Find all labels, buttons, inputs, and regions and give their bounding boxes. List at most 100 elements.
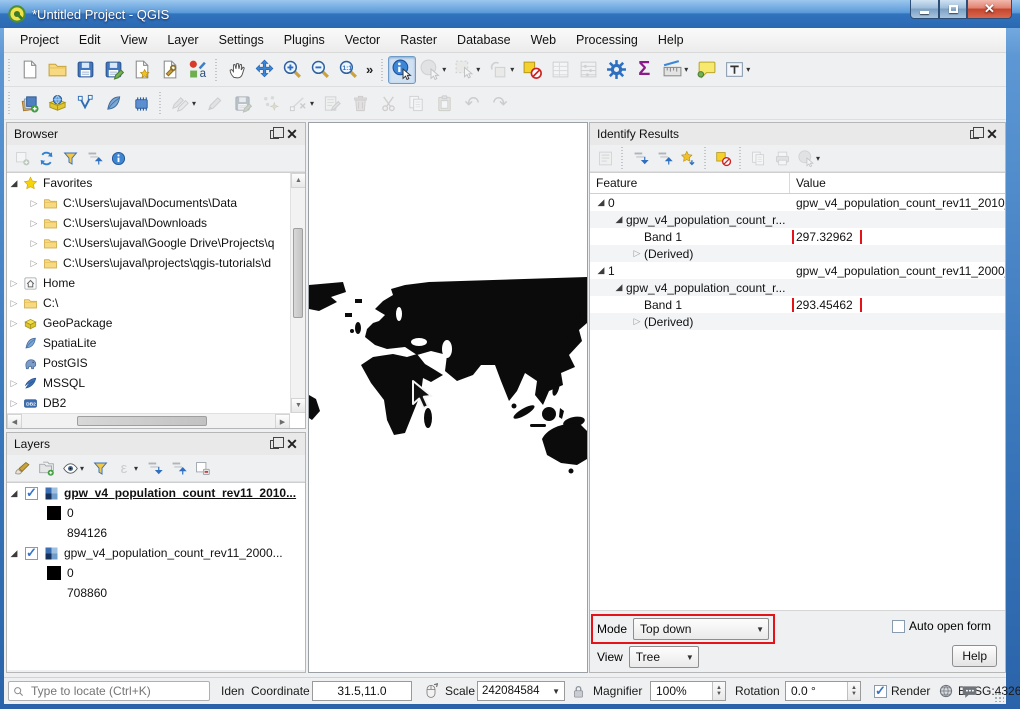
browser-item-geopackage[interactable]: ▷ GeoPackage [7,313,290,333]
close-button[interactable]: ✕ [967,0,1012,19]
refresh-button[interactable] [34,146,58,170]
browser-item-postgis[interactable]: PostGIS [7,353,290,373]
mouse-extents-icon[interactable] [423,681,439,701]
add-group-button[interactable] [34,456,58,480]
menu-settings[interactable]: Settings [209,30,274,50]
browser-item-mssql[interactable]: ▷ MSSQL [7,373,290,393]
menu-project[interactable]: Project [10,30,69,50]
map-tips-button[interactable] [692,56,720,84]
menu-layer[interactable]: Layer [157,30,208,50]
statistical-summary-button[interactable]: Σ [630,56,658,84]
zoom-out-button[interactable] [306,56,334,84]
select-features-button[interactable] [450,56,478,84]
layer-item-2000[interactable]: ◢gpw_v4_population_count_rev11_2000... [7,543,305,563]
manage-map-themes-button[interactable] [58,456,82,480]
browser-horizontal-scrollbar[interactable]: ◀ ▶ [7,413,290,428]
style-manager-button[interactable] [183,56,211,84]
zoom-native-button[interactable] [334,56,362,84]
identify-column-headers[interactable]: Feature Value [590,173,1005,194]
new-project-button[interactable] [15,56,43,84]
browser-item-favorites[interactable]: ◢ Favorites [7,173,290,193]
text-annotation-button[interactable] [720,56,748,84]
open-layer-styling-button[interactable] [10,456,34,480]
menu-web[interactable]: Web [521,30,566,50]
collapse-all-layers-button[interactable] [166,456,190,480]
properties-button[interactable] [106,146,130,170]
open-attribute-table-button[interactable] [546,56,574,84]
layout-manager-button[interactable] [155,56,183,84]
paste-features-button[interactable] [430,89,458,117]
magnifier-spinbox[interactable]: 100% ▲ ▼ [650,681,726,701]
modify-attributes-button[interactable] [318,89,346,117]
print-results-button[interactable] [770,146,794,170]
new-print-layout-button[interactable] [127,56,155,84]
identify-float-button[interactable] [965,126,984,142]
filter-by-expression-button[interactable]: ε [112,456,136,480]
browser-close-button[interactable]: ✕ [283,126,301,142]
processing-toolbox-button[interactable] [602,56,630,84]
undo-button[interactable]: ↶ [458,89,486,117]
delete-selected-button[interactable] [346,89,374,117]
new-shapefile-layer-button[interactable] [71,89,99,117]
new-virtual-layer-button[interactable] [127,89,155,117]
minimize-button[interactable] [910,0,939,19]
mode-combobox[interactable]: Top down ▼ [633,618,770,640]
cut-features-button[interactable] [374,89,402,117]
identify-row-layer-2010[interactable]: ◢ gpw_v4_population_count_r... [590,211,1005,228]
layer-item-2010[interactable]: ◢gpw_v4_population_count_rev11_2010... [7,483,305,503]
collapse-all-button[interactable] [82,146,106,170]
zoom-in-button[interactable] [278,56,306,84]
open-form-button[interactable] [593,146,617,170]
browser-item-home[interactable]: ▷ Home [7,273,290,293]
browser-item-db2[interactable]: ▷ DB2 [7,393,290,413]
layer-2010-checkbox[interactable] [25,485,38,501]
browser-float-button[interactable] [265,126,284,142]
crs-globe-icon[interactable] [938,681,954,701]
layers-float-button[interactable] [265,436,284,452]
save-project-as-button[interactable] [99,56,127,84]
layers-close-button[interactable]: ✕ [283,436,301,452]
menu-database[interactable]: Database [447,30,521,50]
pan-to-selection-button[interactable] [250,56,278,84]
log-messages-icon[interactable] [961,681,978,701]
map-canvas[interactable] [308,122,588,673]
identify-features-button[interactable] [388,55,417,84]
toolbar-overflow-chevron[interactable]: » [362,62,377,77]
resize-grip[interactable] [994,692,1004,702]
identify-mode-button[interactable] [794,146,818,170]
menu-processing[interactable]: Processing [566,30,648,50]
scale-combobox[interactable]: 242084584 ▼ [477,681,565,701]
scale-lock-icon[interactable] [571,681,586,701]
title-bar[interactable]: *Untitled Project - QGIS ✕ [0,0,1020,28]
save-layer-edits-button[interactable] [228,89,256,117]
deselect-features-button[interactable] [484,56,512,84]
browser-item-spatialite[interactable]: SpatiaLite [7,333,290,353]
auto-open-form-checkbox[interactable] [891,619,905,633]
copy-feature-button[interactable] [746,146,770,170]
render-checkbox[interactable] [874,683,887,699]
layer-2000-checkbox[interactable] [25,545,38,561]
identify-row-layer-2000[interactable]: ◢ gpw_v4_population_count_r... [590,279,1005,296]
filter-legend-button[interactable] [88,456,112,480]
browser-item-c-drive[interactable]: ▷ C:\ [7,293,290,313]
expand-new-results-button[interactable] [676,146,700,170]
remove-layer-button[interactable] [190,456,214,480]
menu-raster[interactable]: Raster [390,30,447,50]
menu-plugins[interactable]: Plugins [274,30,335,50]
filter-browser-button[interactable] [58,146,82,170]
pan-map-button[interactable] [222,56,250,84]
run-feature-action-button[interactable] [416,56,444,84]
copy-features-button[interactable] [402,89,430,117]
clear-all-selections-button[interactable] [518,56,546,84]
browser-vertical-scrollbar[interactable]: ▲ ▼ [290,173,305,413]
browser-item-qgis-tutorials[interactable]: ▷ C:\Users\ujaval\projects\qgis-tutorials… [7,253,290,273]
toggle-editing-button[interactable] [200,89,228,117]
clear-results-button[interactable] [711,146,735,170]
identify-close-button[interactable]: ✕ [983,126,1001,142]
add-feature-button[interactable] [256,89,284,117]
data-source-manager-button[interactable] [15,89,43,117]
expand-tree-button[interactable] [628,146,652,170]
measure-line-button[interactable] [658,56,686,84]
menu-help[interactable]: Help [648,30,694,50]
maximize-button[interactable] [939,0,967,19]
